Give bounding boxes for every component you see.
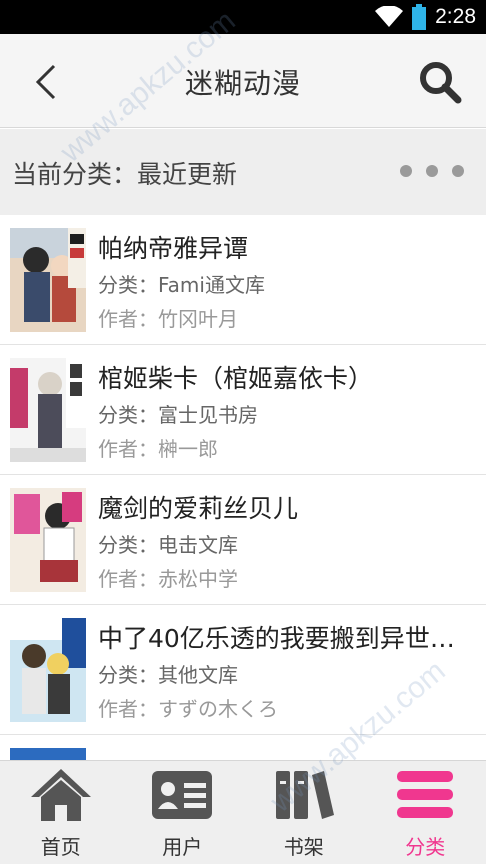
book-author: 作者：榊一郎 — [98, 437, 218, 461]
battery-icon — [412, 4, 427, 30]
nav-home-label: 首页 — [40, 835, 81, 859]
book-title: 中了40亿乐透的我要搬到异世… — [98, 624, 455, 653]
book-category: 分类：其他文库 — [98, 663, 238, 687]
menu-icon — [397, 771, 454, 818]
book-category: 分类：富士见书房 — [98, 403, 258, 427]
current-category-label: 当前分类：最近更新 — [12, 160, 238, 189]
book-title: 棺姬柴卡（棺姬嘉依卡） — [98, 364, 374, 393]
user-card-icon — [152, 771, 213, 819]
list-item[interactable]: 棺姬柴卡（棺姬嘉依卡） 分类：富士见书房 作者：榊一郎 — [0, 345, 486, 475]
page-title: 迷糊动漫 — [184, 67, 301, 100]
nav-user-label: 用户 — [162, 835, 203, 859]
book-cover — [10, 618, 86, 722]
list-item[interactable]: 帕纳帝雅异谭 分类：Fami通文库 作者：竹冈叶月 — [0, 215, 486, 345]
bookshelf-icon — [275, 771, 334, 819]
dot-icon — [452, 165, 464, 177]
book-cover — [10, 358, 86, 462]
nav-home[interactable]: 首页 — [0, 761, 122, 864]
bottom-nav: 首页 用户 书架 分类 — [0, 760, 486, 864]
book-title: 魔剑的爱莉丝贝儿 — [98, 494, 299, 523]
category-bar: 当前分类：最近更新 — [0, 129, 486, 215]
nav-category-label: 分类 — [405, 835, 446, 859]
nav-shelf[interactable]: 书架 — [243, 761, 365, 864]
dot-icon — [400, 165, 412, 177]
book-title: 帕纳帝雅异谭 — [98, 234, 249, 263]
nav-user[interactable]: 用户 — [122, 761, 244, 864]
book-cover — [10, 488, 86, 592]
more-options-button[interactable] — [400, 165, 464, 177]
list-item[interactable] — [0, 735, 486, 760]
book-author: 作者：竹冈叶月 — [98, 307, 238, 331]
search-button[interactable] — [418, 60, 462, 104]
app-header: 迷糊动漫 — [0, 34, 486, 128]
book-cover — [10, 748, 86, 760]
home-icon — [30, 769, 91, 821]
status-time: 2:28 — [435, 5, 476, 28]
book-list: 帕纳帝雅异谭 分类：Fami通文库 作者：竹冈叶月 棺姬柴卡（棺姬嘉依卡） 分类… — [0, 215, 486, 760]
list-item[interactable]: 魔剑的爱莉丝贝儿 分类：电击文库 作者：赤松中学 — [0, 475, 486, 605]
nav-shelf-label: 书架 — [283, 835, 324, 859]
wifi-icon — [375, 6, 404, 27]
nav-category[interactable]: 分类 — [365, 761, 486, 864]
list-item[interactable]: 中了40亿乐透的我要搬到异世… 分类：其他文库 作者：すずの木くろ — [0, 605, 486, 735]
status-bar: 2:28 — [0, 0, 486, 34]
book-category: 分类：电击文库 — [98, 533, 238, 557]
dot-icon — [426, 165, 438, 177]
book-author: 作者：すずの木くろ — [98, 697, 278, 721]
book-category: 分类：Fami通文库 — [98, 273, 265, 297]
search-icon — [420, 62, 462, 104]
book-author: 作者：赤松中学 — [98, 567, 238, 591]
book-cover — [10, 228, 86, 332]
